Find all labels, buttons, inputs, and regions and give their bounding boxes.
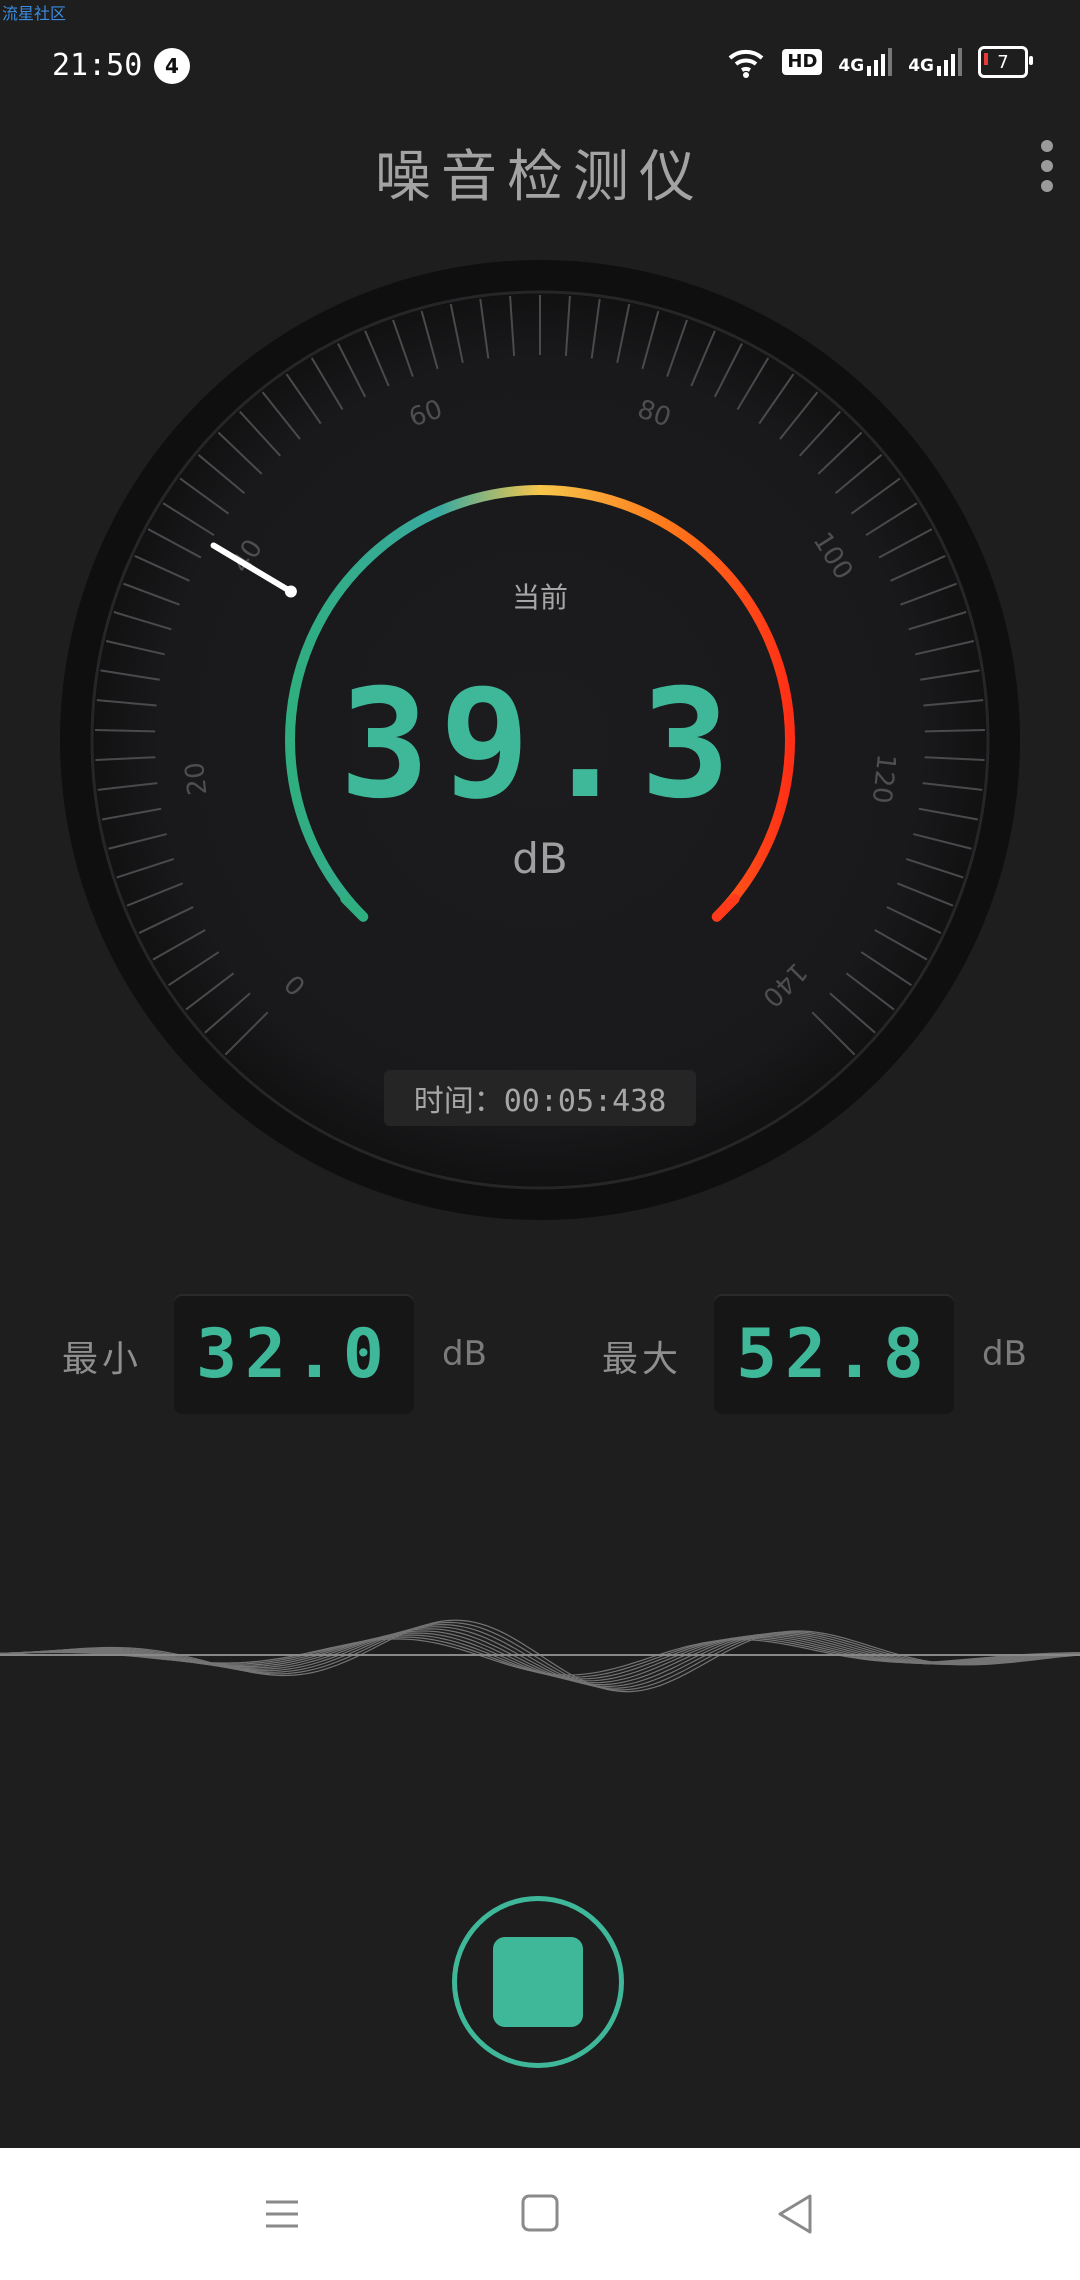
watermark: 流星社区 <box>2 4 67 23</box>
max-db-unit: dB <box>982 1334 1027 1374</box>
system-nav-bar <box>0 2148 1080 2280</box>
max-label: 最大 <box>602 1339 683 1380</box>
current-db-unit: dB <box>512 834 568 883</box>
hd-voice-badge: HD <box>782 49 823 75</box>
menu-icon[interactable] <box>252 2188 312 2240</box>
current-db-value: 39.3 <box>339 658 741 832</box>
min-db-value: 32.0 <box>174 1294 414 1414</box>
status-bar: 21:50 4 HD 4G 4G 7 <box>0 40 1080 90</box>
elapsed-time: 时间：00:05:438 <box>384 1070 696 1126</box>
signal-4g-icon-2: 4G <box>908 48 962 76</box>
wifi-icon <box>729 49 764 78</box>
noise-gauge: 0 20 40 60 80 100 120 140 当前 39.3 dB 时间：00:05:4… <box>58 258 1022 1222</box>
signal-4g-icon-1: 4G <box>838 48 893 76</box>
min-label: 最小 <box>62 1339 143 1380</box>
notification-count-badge: 4 <box>154 48 190 84</box>
more-options-icon[interactable] <box>1032 140 1062 200</box>
waveform-line <box>0 1630 1080 1684</box>
min-db-unit: dB <box>442 1334 487 1374</box>
max-db-value: 52.8 <box>714 1294 954 1414</box>
current-label: 当前 <box>511 581 568 614</box>
status-time: 21:50 <box>52 48 143 83</box>
stop-button[interactable] <box>452 1896 624 2068</box>
back-icon[interactable] <box>766 2188 826 2240</box>
page-title: 噪音检测仪 <box>375 145 705 210</box>
battery-icon: 7 <box>978 46 1033 78</box>
sound-waveform <box>0 1619 1080 1693</box>
stop-icon <box>493 1937 583 2027</box>
home-icon[interactable] <box>510 2188 570 2240</box>
